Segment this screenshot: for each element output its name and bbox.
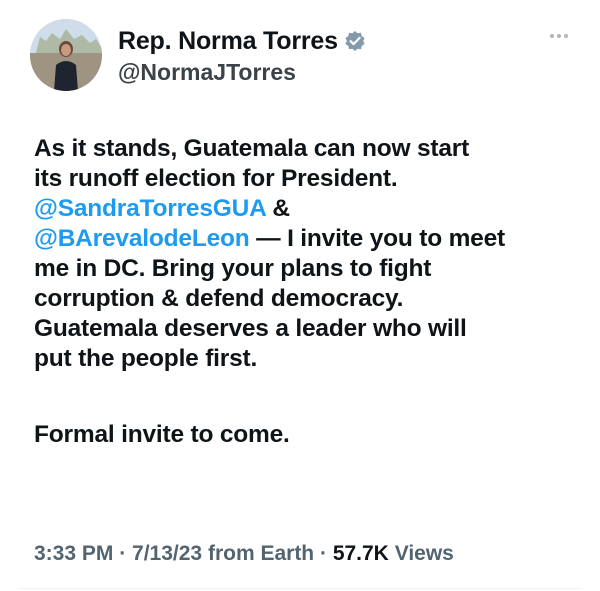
tweet-source: from Earth: [202, 542, 315, 565]
views-label: Views: [388, 542, 454, 565]
display-name[interactable]: Rep. Norma Torres: [118, 26, 338, 56]
avatar[interactable]: [30, 19, 102, 91]
tweet-text-fragment: &: [265, 195, 290, 222]
meta-separator: ·: [113, 542, 133, 565]
more-dot: [550, 34, 554, 38]
divider: [20, 588, 580, 589]
more-options-icon[interactable]: [550, 34, 568, 38]
meta-separator: ·: [314, 542, 333, 565]
tweet-line: @BArevalodeLeon — I invite you to meet: [34, 224, 579, 254]
tweet-line: its runoff election for President.: [34, 165, 398, 192]
mention-link[interactable]: @BArevalodeLeon: [34, 225, 250, 252]
tweet-line: As it stands, Guatemala can now start: [34, 135, 470, 162]
tweet-line: Formal invite to come.: [34, 421, 290, 448]
tweet-line: put the people first.: [34, 345, 258, 372]
tweet-line: @SandraTorresGUA &: [34, 194, 579, 224]
tweet-line: Guatemala deserves a leader who will: [34, 315, 467, 342]
tweet-meta: 3:33 PM · 7/13/23 from Earth · 57.7K Vie…: [34, 541, 454, 567]
mention-link[interactable]: @SandraTorresGUA: [34, 195, 266, 222]
author-name-row[interactable]: Rep. Norma Torres: [118, 26, 366, 56]
avatar-photo: [30, 19, 102, 91]
verified-badge-icon: [344, 30, 366, 52]
handle[interactable]: @NormaJTorres: [118, 58, 296, 86]
tweet-text: As it stands, Guatemala can now start it…: [34, 134, 579, 450]
more-dot: [557, 34, 561, 38]
timestamp-time[interactable]: 3:33 PM: [34, 542, 113, 565]
views-count[interactable]: 57.7K: [333, 542, 389, 565]
more-dot: [564, 34, 568, 38]
tweet-line: me in DC. Bring your plans to fight: [34, 255, 432, 282]
tweet-card: Rep. Norma Torres @NormaJTorres As it st…: [0, 0, 600, 591]
timestamp-date[interactable]: 7/13/23: [132, 542, 202, 565]
tweet-line: corruption & defend democracy.: [34, 285, 404, 312]
tweet-text-fragment: — I invite you to meet: [249, 225, 505, 252]
